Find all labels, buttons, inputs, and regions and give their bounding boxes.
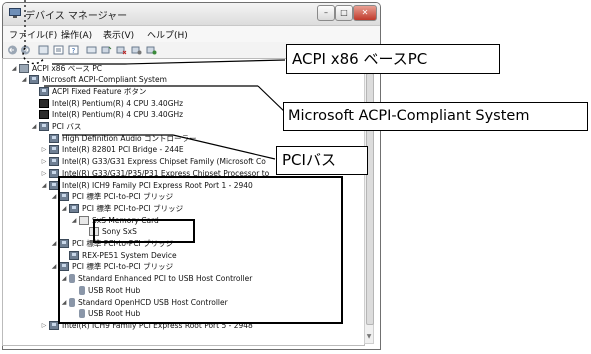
expand-arrow-icon[interactable]: ▷ <box>41 322 47 329</box>
device-icon <box>29 75 39 85</box>
tree-node-label: ACPI Fixed Feature ボタン <box>52 86 147 96</box>
tree-node[interactable]: High Definition Audio コントローラー <box>41 132 197 144</box>
menu-bar: ファイル(F) 操作(A) 表示(V) ヘルプ(H) <box>3 26 380 42</box>
minimize-button[interactable]: – <box>317 5 335 21</box>
device-icon <box>49 133 59 143</box>
tree-node-label: High Definition Audio コントローラー <box>62 133 197 143</box>
cpu-icon <box>39 110 49 120</box>
collapse-arrow-icon[interactable]: ◢ <box>41 182 47 189</box>
window-title: デバイス マネージャー <box>25 11 128 22</box>
update-driver-icon[interactable] <box>101 45 112 55</box>
collapse-arrow-icon[interactable]: ◢ <box>51 193 57 200</box>
callout-pci-bus: PCIバス <box>276 146 368 175</box>
menu-action[interactable]: 操作(A) <box>61 28 92 41</box>
device-icon <box>39 122 49 131</box>
menu-view[interactable]: 表示(V) <box>103 28 134 41</box>
pci-root-port-highlight <box>58 176 343 324</box>
tree-node-label: Intel(R) 82801 PCI Bridge - 244E <box>62 145 184 155</box>
tree-node[interactable]: ◢ PCI バス <box>31 121 81 133</box>
device-icon <box>39 86 49 96</box>
menu-help[interactable]: ヘルプ(H) <box>147 28 188 41</box>
tree-node-label: ACPI x86 ベース PC <box>32 63 102 73</box>
expand-arrow-icon[interactable]: ▷ <box>41 158 47 165</box>
back-icon[interactable] <box>7 45 18 55</box>
tree-node[interactable]: ◢ Microsoft ACPI-Compliant System <box>21 74 167 86</box>
tree-node[interactable]: Intel(R) Pentium(R) 4 CPU 3.40GHz <box>31 97 183 109</box>
tree-scrollbar[interactable]: ▲ ▼ <box>364 58 374 344</box>
tree-node[interactable]: ▷ Intel(R) 82801 PCI Bridge - 244E <box>41 144 184 156</box>
collapse-arrow-icon[interactable]: ◢ <box>51 263 57 270</box>
device-icon <box>49 157 59 167</box>
view-icon[interactable] <box>38 45 49 55</box>
forward-icon[interactable] <box>20 45 31 55</box>
maximize-button[interactable]: □ <box>335 5 353 21</box>
tree-node[interactable]: ACPI Fixed Feature ボタン <box>31 85 146 97</box>
expand-arrow-icon[interactable]: ▷ <box>41 170 47 177</box>
collapse-arrow-icon[interactable]: ◢ <box>11 65 17 72</box>
collapse-arrow-icon[interactable]: ◢ <box>51 240 57 247</box>
tree-node-label: Intel(R) Pentium(R) 4 CPU 3.40GHz <box>52 110 184 120</box>
device-icon <box>49 145 59 155</box>
collapse-arrow-icon[interactable]: ◢ <box>31 123 37 130</box>
svg-text:?: ? <box>72 47 76 55</box>
device-manager-icon <box>9 8 21 18</box>
tree-node[interactable]: Intel(R) Pentium(R) 4 CPU 3.40GHz <box>31 109 183 121</box>
computer-icon <box>19 63 29 73</box>
cpu-icon <box>39 98 49 108</box>
title-bar[interactable]: デバイス マネージャー – □ ✕ <box>3 3 380 26</box>
enable-icon[interactable] <box>146 45 157 55</box>
collapse-arrow-icon[interactable]: ◢ <box>21 76 27 83</box>
tree-node-label: PCI バス <box>52 122 82 131</box>
help-icon[interactable]: ? <box>68 45 79 55</box>
menu-file[interactable]: ファイル(F) <box>9 28 57 41</box>
tree-node-label: Microsoft ACPI-Compliant System <box>42 75 167 85</box>
uninstall-icon[interactable] <box>116 45 127 55</box>
scroll-down-arrow[interactable]: ▼ <box>365 333 373 341</box>
sxs-card-highlight <box>93 219 195 243</box>
close-button[interactable]: ✕ <box>353 5 377 21</box>
tree-node-label: Intel(R) Pentium(R) 4 CPU 3.40GHz <box>52 98 184 108</box>
tree-node-label: Intel(R) G33/G31 Express Chipset Family … <box>62 157 266 167</box>
disable-icon[interactable] <box>131 45 142 55</box>
callout-acpi-pc: ACPI x86 ベースPC <box>286 44 500 74</box>
callout-acpi-system: Microsoft ACPI-Compliant System <box>283 102 588 131</box>
expand-arrow-icon[interactable]: ▷ <box>41 146 47 153</box>
scan-icon[interactable] <box>86 45 97 55</box>
properties-icon[interactable] <box>53 45 64 55</box>
tree-node[interactable]: ◢ ACPI x86 ベース PC <box>11 62 102 74</box>
tree-node[interactable]: ▷ Intel(R) G33/G31 Express Chipset Family… <box>41 156 266 168</box>
